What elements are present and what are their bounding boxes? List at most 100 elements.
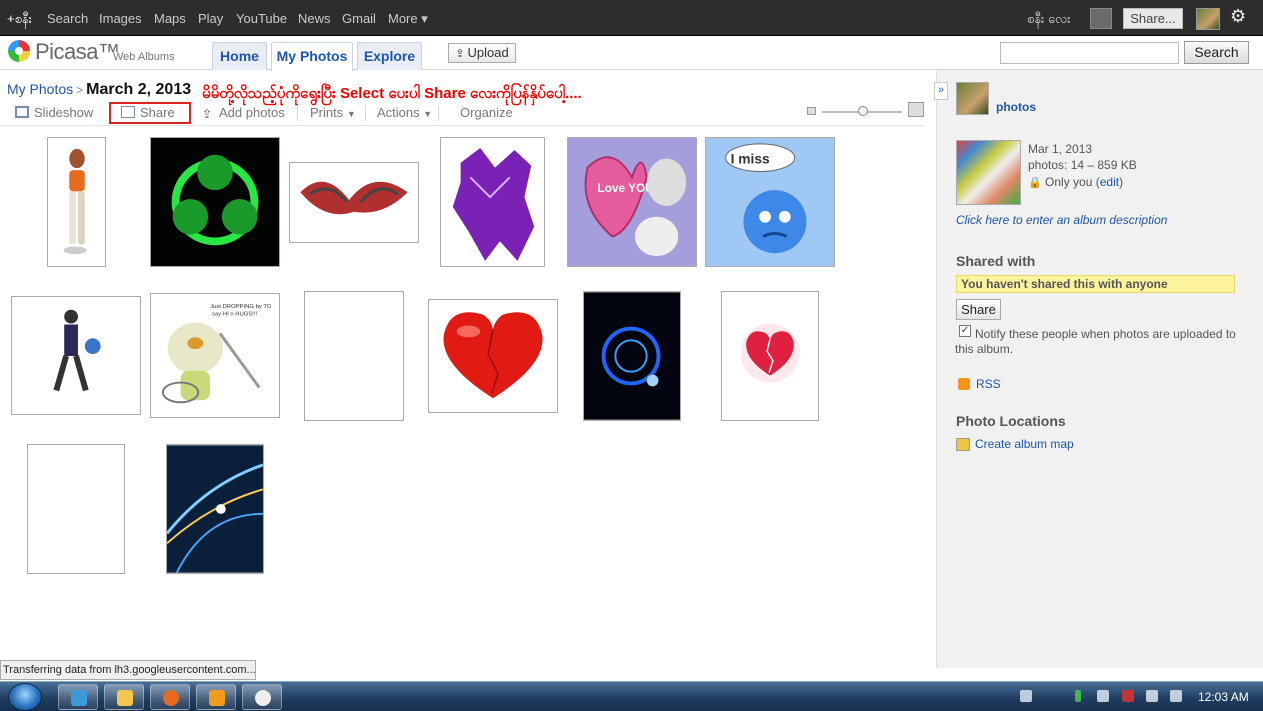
zoom-small-icon[interactable] — [807, 107, 816, 115]
rss-link[interactable]: RSS — [976, 377, 1001, 391]
shared-with-heading: Shared with — [956, 253, 1036, 269]
map-icon — [956, 438, 970, 451]
search-button[interactable]: Search — [1184, 41, 1249, 64]
zoom-slider-handle[interactable] — [858, 106, 868, 116]
notification-box[interactable] — [1090, 8, 1112, 29]
picasa-brand-sub: Web Albums — [113, 51, 175, 63]
photo-thumbnail[interactable] — [11, 296, 141, 415]
slideshow-button[interactable]: Slideshow — [15, 105, 93, 120]
photo-thumbnail[interactable] — [304, 291, 404, 421]
breadcrumb-my-photos[interactable]: My Photos — [7, 81, 73, 97]
gbar-username[interactable]: စနီး လေး — [1027, 11, 1071, 30]
gbar-link-more[interactable]: More ▾ — [388, 11, 428, 27]
svg-text:say HI n HUGS!!!: say HI n HUGS!!! — [212, 312, 258, 318]
gbar-link-play[interactable]: Play — [198, 11, 223, 26]
tab-home[interactable]: Home — [212, 42, 267, 70]
add-photos-label: Add photos — [219, 105, 285, 120]
photo-thumbnail[interactable] — [150, 137, 280, 267]
toolbar-divider — [365, 105, 366, 121]
photo-thumbnail[interactable] — [428, 299, 558, 413]
system-clock[interactable]: 12:03 AM — [1198, 690, 1249, 704]
photo-thumbnail[interactable] — [47, 137, 106, 267]
taskbar-ie[interactable] — [58, 684, 98, 710]
network-icon[interactable] — [1146, 690, 1158, 702]
rss-icon — [958, 378, 970, 390]
photo-thumbnail[interactable] — [721, 291, 819, 421]
picasa-brand[interactable]: Picasa™ — [35, 39, 120, 65]
browser-status-bar: Transferring data from lh3.googleusercon… — [0, 660, 256, 680]
svg-text:Love YOU: Love YOU — [598, 181, 654, 195]
chevron-down-icon: ▼ — [346, 109, 356, 119]
photo-thumbnail[interactable] — [166, 444, 264, 574]
gear-icon[interactable]: ⚙ — [1230, 6, 1246, 27]
tab-my-photos[interactable]: My Photos — [271, 42, 353, 71]
album-visibility: 🔒 Only you (edit) — [1028, 175, 1124, 189]
search-input[interactable] — [1000, 42, 1179, 64]
flag-icon[interactable] — [1097, 690, 1109, 702]
sidebar-share-button[interactable]: Share — [956, 299, 1001, 320]
taskbar-vlc[interactable] — [196, 684, 236, 710]
share-button[interactable]: Share — [121, 105, 175, 120]
gbar-share-button[interactable]: Share... — [1123, 8, 1183, 29]
photo-thumbnail[interactable] — [27, 444, 125, 574]
security-icon[interactable] — [1122, 690, 1134, 702]
picasa-header: Picasa™ Web Albums Home My Photos Explor… — [0, 37, 1263, 71]
tab-explore[interactable]: Explore — [357, 42, 422, 70]
organize-button[interactable]: Organize — [460, 105, 513, 120]
album-description-link[interactable]: Click here to enter an album description — [956, 213, 1167, 227]
photo-thumbnail[interactable] — [289, 162, 419, 243]
volume-icon[interactable] — [1170, 690, 1182, 702]
breadcrumb-separator: > — [76, 83, 84, 97]
gbar-link-images[interactable]: Images — [99, 11, 142, 26]
notify-label: Notify these people when photos are uplo… — [955, 327, 1236, 356]
mail-icon — [121, 106, 135, 118]
collapse-sidebar-icon[interactable]: » — [934, 82, 948, 100]
user-avatar[interactable] — [956, 82, 989, 115]
slideshow-label: Slideshow — [34, 105, 94, 120]
upload-button[interactable]: ⇪ Upload — [448, 43, 516, 63]
photo-thumbnail[interactable]: I miss — [705, 137, 835, 267]
zoom-large-icon[interactable] — [908, 102, 924, 117]
chat-icon — [255, 690, 271, 706]
ie-icon — [71, 690, 87, 706]
gbar-link-gmail[interactable]: Gmail — [342, 11, 376, 26]
gbar-link-youtube[interactable]: YouTube — [236, 11, 287, 26]
edit-visibility-link[interactable]: edit — [1100, 175, 1119, 189]
breadcrumb: My Photos > March 2, 2013 — [7, 81, 191, 99]
photo-thumbnail[interactable]: Love YOU — [567, 137, 697, 267]
photo-thumbnail[interactable] — [583, 291, 681, 421]
album-toolbar: Slideshow Share ⇪ Add photos Prints ▼ Act… — [0, 102, 925, 126]
chevron-down-icon: ▼ — [423, 109, 433, 119]
windows-taskbar: 12:03 AM — [0, 681, 1263, 711]
gbar-avatar[interactable] — [1196, 8, 1220, 30]
vlc-icon — [209, 690, 225, 706]
add-photos-button[interactable]: ⇪ Add photos — [202, 105, 285, 121]
album-cover[interactable] — [956, 140, 1021, 205]
prints-menu[interactable]: Prints ▼ — [310, 105, 356, 120]
upload-arrow-icon: ⇪ — [202, 107, 213, 121]
photo-thumbnail[interactable] — [440, 137, 545, 267]
folder-icon — [117, 690, 133, 706]
taskbar-explorer[interactable] — [104, 684, 144, 710]
lock-icon: 🔒 — [1028, 177, 1042, 189]
usb-icon[interactable] — [1075, 690, 1081, 702]
picasa-logo-icon[interactable] — [8, 40, 30, 62]
gbar-link-maps[interactable]: Maps — [154, 11, 186, 26]
album-title: March 2, 2013 — [86, 81, 192, 98]
taskbar-firefox[interactable] — [150, 684, 190, 710]
upload-label: Upload — [467, 45, 509, 60]
photo-thumbnail[interactable]: Just DROPPING by TO say HI n HUGS!!! — [150, 293, 280, 418]
user-photos-link[interactable]: photos — [996, 100, 1036, 114]
keyboard-icon[interactable] — [1020, 690, 1032, 702]
start-button[interactable] — [8, 683, 42, 711]
slideshow-icon — [15, 106, 29, 118]
not-shared-note: You haven't shared this with anyone — [956, 275, 1235, 293]
actions-menu[interactable]: Actions ▼ — [377, 105, 432, 120]
gbar-link-news[interactable]: News — [298, 11, 331, 26]
taskbar-messenger[interactable] — [242, 684, 282, 710]
gbar-link-plus[interactable]: +စနီး — [7, 11, 32, 30]
create-album-map-link[interactable]: Create album map — [975, 437, 1074, 451]
gbar-link-search[interactable]: Search — [47, 11, 88, 26]
upload-icon: ⇪ — [455, 48, 468, 60]
toolbar-divider — [297, 105, 298, 121]
